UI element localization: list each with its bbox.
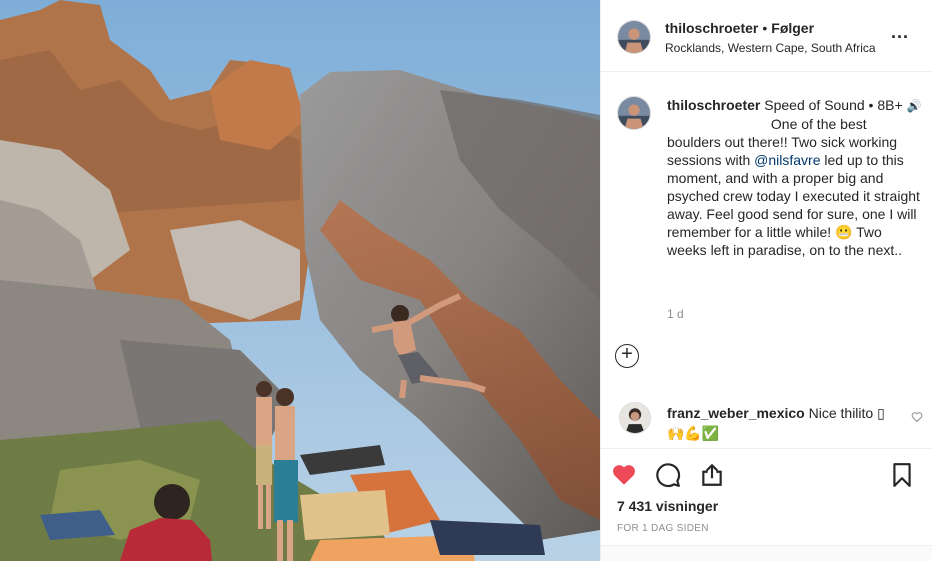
comment-text: franz_weber_mexico Nice thilito ▯🙌💪✅ <box>667 403 897 443</box>
bouldering-photo <box>0 0 600 561</box>
bookmark-icon[interactable] <box>889 462 915 488</box>
author-line: thiloschroeter • Følger <box>665 20 814 36</box>
commenter-avatar[interactable] <box>619 402 651 434</box>
comment-item: franz_weber_mexico Nice thilito ▯🙌💪✅ <box>601 392 932 448</box>
caption-author-avatar[interactable] <box>617 96 651 130</box>
caption-block: thiloschroeter Speed of Sound • 8B+ 🔊 On… <box>601 72 932 392</box>
author-avatar[interactable] <box>617 20 651 54</box>
follow-status-button[interactable]: Følger <box>771 20 814 36</box>
speaker-emoji: 🔊 <box>906 99 922 113</box>
caption-time-ago[interactable]: 1 d <box>667 307 684 321</box>
post-photo[interactable] <box>0 0 600 561</box>
more-options-icon[interactable]: ... <box>891 23 911 44</box>
commenter-username[interactable]: franz_weber_mexico <box>667 405 805 421</box>
separator-dot: • <box>762 20 768 36</box>
post-side-panel: thiloschroeter • Følger Rocklands, Western… <box>600 0 932 561</box>
heart-outline-icon[interactable] <box>911 411 923 423</box>
grin-emoji: 😬 <box>835 224 853 240</box>
post-header: thiloschroeter • Følger Rocklands, Western… <box>601 0 932 72</box>
caption-text: thiloschroeter Speed of Sound • 8B+ 🔊 On… <box>667 96 923 259</box>
action-bar: 7 431 visninger FOR 1 DAG SIDEN <box>601 448 932 561</box>
speech-bubble-icon[interactable] <box>655 462 681 488</box>
author-username[interactable]: thiloschroeter <box>665 20 758 36</box>
heart-filled-icon[interactable] <box>611 462 637 488</box>
post-date[interactable]: FOR 1 DAG SIDEN <box>617 523 709 534</box>
caption-username[interactable]: thiloschroeter <box>667 97 760 113</box>
comment-input-strip <box>601 545 932 561</box>
load-more-comments-icon[interactable]: + <box>615 344 639 368</box>
post-location[interactable]: Rocklands, Western Cape, South Africa <box>665 41 876 55</box>
comment-body: Nice thilito <box>808 405 874 421</box>
share-icon[interactable] <box>699 462 725 488</box>
mention-link[interactable]: @nilsfavre <box>754 152 820 168</box>
caption-title: Speed of Sound • 8B+ <box>764 97 903 113</box>
view-count[interactable]: 7 431 visninger <box>617 498 718 514</box>
